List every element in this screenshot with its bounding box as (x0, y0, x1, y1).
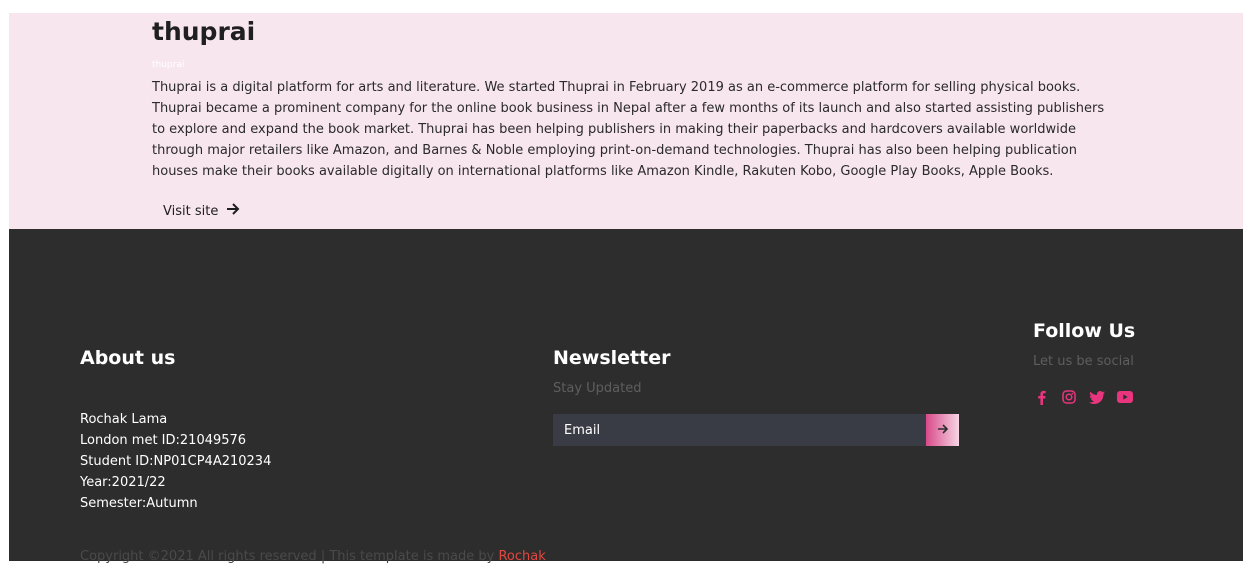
author-link[interactable]: Rochak (498, 549, 545, 564)
email-field[interactable] (553, 414, 926, 446)
visit-site-label: Visit site (163, 203, 219, 219)
follow-title: Follow Us (1033, 320, 1136, 342)
facebook-icon[interactable] (1033, 389, 1049, 405)
about-year: Year:2021/22 (80, 475, 166, 490)
instagram-icon[interactable] (1061, 389, 1077, 405)
newsletter-submit-button[interactable] (926, 414, 959, 446)
project-description: Thuprai is a digital platform for arts a… (152, 80, 1105, 179)
social-links (1033, 389, 1133, 405)
visit-site-button[interactable]: Visit site (163, 203, 240, 219)
copyright-text: Copyright ©2021 All rights reserved | Th… (80, 549, 546, 564)
about-london-met-id: London met ID:21049576 (80, 433, 247, 448)
arrow-right-icon (937, 422, 949, 439)
site-footer: About us Rochak Lama London met ID:21049… (9, 229, 1243, 564)
copyright-label: Copyright ©2021 All rights reserved | Th… (80, 549, 499, 564)
about-name: Rochak Lama (80, 412, 168, 427)
follow-subtitle: Let us be social (1033, 354, 1134, 369)
about-details: Rochak Lama London met ID:21049576 Stude… (80, 409, 271, 514)
about-title: About us (80, 347, 176, 369)
about-semester: Semester:Autumn (80, 496, 198, 511)
project-title: thuprai (152, 17, 256, 46)
newsletter-title: Newsletter (553, 347, 671, 369)
project-tag: thuprai (152, 60, 185, 70)
about-student-id: Student ID:NP01CP4A210234 (80, 454, 272, 469)
youtube-icon[interactable] (1117, 389, 1133, 405)
arrow-right-icon (226, 203, 240, 219)
newsletter-subtitle: Stay Updated (553, 381, 642, 396)
project-card: thuprai thuprai Thuprai is a digital pla… (9, 13, 1243, 229)
newsletter-form (553, 414, 959, 446)
twitter-icon[interactable] (1089, 389, 1105, 405)
